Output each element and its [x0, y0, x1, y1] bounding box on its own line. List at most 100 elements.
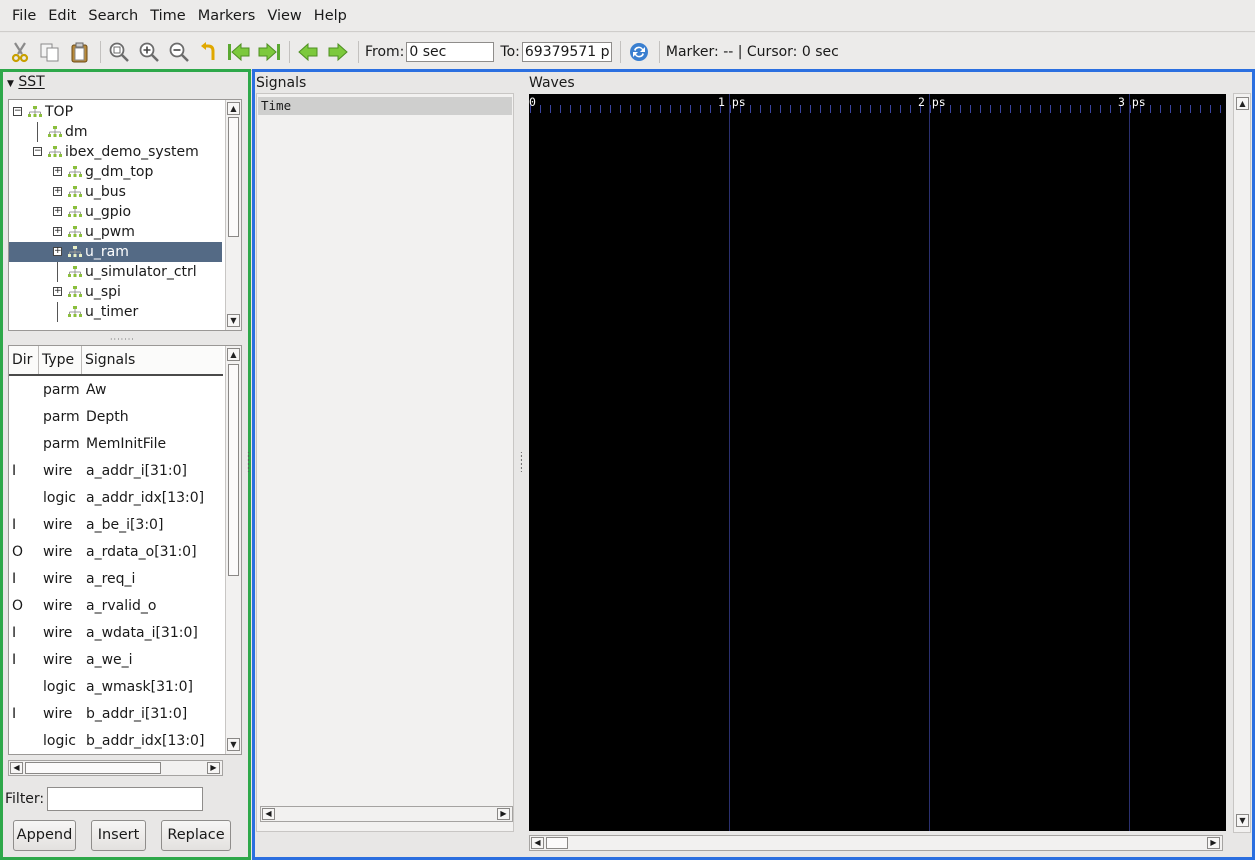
- scroll-right-arrow-icon[interactable]: ▶: [207, 762, 220, 774]
- menu-time[interactable]: Time: [144, 0, 192, 32]
- signals-pane-horizontal-scrollbar[interactable]: ◀ ▶: [260, 806, 513, 822]
- signal-row[interactable]: Owire a_rdata_o[31:0]: [9, 539, 223, 566]
- tree-item[interactable]: + u_ram: [9, 242, 222, 262]
- scroll-up-arrow-icon[interactable]: ▲: [227, 102, 240, 115]
- signal-type: wire: [43, 571, 73, 587]
- menu-edit[interactable]: Edit: [42, 0, 82, 32]
- scroll-thumb[interactable]: [228, 364, 239, 576]
- expand-icon[interactable]: +: [53, 167, 62, 176]
- paste-icon[interactable]: [68, 40, 92, 64]
- page-left-icon[interactable]: [296, 40, 320, 64]
- signals-vertical-scrollbar[interactable]: ▲ ▼: [225, 346, 241, 754]
- undo-zoom-icon[interactable]: [197, 40, 221, 64]
- signal-row[interactable]: Iwire b_addr_i[31:0]: [9, 701, 223, 728]
- signal-row[interactable]: parm Aw: [9, 377, 223, 404]
- tree-item[interactable]: + u_spi: [9, 282, 222, 302]
- zoom-to-start-icon[interactable]: [227, 40, 251, 64]
- scroll-thumb[interactable]: [25, 762, 161, 774]
- signal-row[interactable]: logic a_addr_idx[13:0]: [9, 485, 223, 512]
- scroll-left-arrow-icon[interactable]: ◀: [10, 762, 23, 774]
- collapse-icon[interactable]: −: [13, 107, 22, 116]
- scroll-down-arrow-icon[interactable]: ▼: [227, 738, 240, 751]
- waves-horizontal-scrollbar[interactable]: ◀ ▶: [529, 835, 1223, 851]
- expand-icon[interactable]: +: [53, 227, 62, 236]
- scroll-left-arrow-icon[interactable]: ◀: [531, 837, 544, 849]
- scroll-left-arrow-icon[interactable]: ◀: [262, 808, 275, 820]
- reload-icon[interactable]: [627, 40, 651, 64]
- signal-row[interactable]: Iwire a_req_i: [9, 566, 223, 593]
- menu-search[interactable]: Search: [82, 0, 144, 32]
- waves-canvas[interactable]: 0 1 ps 2 ps 3 ps: [529, 94, 1226, 831]
- signal-row[interactable]: Iwire a_addr_i[31:0]: [9, 458, 223, 485]
- expand-icon[interactable]: +: [53, 247, 62, 256]
- tree-item[interactable]: + g_dm_top: [9, 162, 222, 182]
- zoom-out-icon[interactable]: [167, 40, 191, 64]
- zoom-fit-icon[interactable]: [107, 40, 131, 64]
- signal-row[interactable]: logic b_addr_idx[13:0]: [9, 728, 223, 754]
- tree-item[interactable]: u_simulator_ctrl: [9, 262, 222, 282]
- signal-direction: I: [12, 652, 17, 668]
- replace-button[interactable]: Replace: [161, 820, 231, 851]
- signal-row[interactable]: parm Depth: [9, 404, 223, 431]
- signal-row[interactable]: Iwire a_be_i[3:0]: [9, 512, 223, 539]
- tree-item[interactable]: u_timer: [9, 302, 222, 322]
- from-input[interactable]: [406, 41, 495, 62]
- scroll-down-arrow-icon[interactable]: ▼: [227, 314, 240, 327]
- expand-icon[interactable]: +: [53, 287, 62, 296]
- signal-row[interactable]: Iwire a_we_i: [9, 647, 223, 674]
- column-signals[interactable]: Signals: [82, 346, 223, 374]
- scroll-right-arrow-icon[interactable]: ▶: [497, 808, 510, 820]
- signal-row[interactable]: logic a_wmask[31:0]: [9, 674, 223, 701]
- filter-input[interactable]: [47, 787, 203, 811]
- scroll-up-arrow-icon[interactable]: ▲: [227, 348, 240, 361]
- scroll-thumb[interactable]: [546, 837, 568, 849]
- tree-item[interactable]: dm: [9, 122, 222, 142]
- waves-vertical-scrollbar[interactable]: ▲ ▼: [1233, 93, 1251, 833]
- copy-icon[interactable]: [38, 40, 62, 64]
- expand-icon[interactable]: +: [53, 187, 62, 196]
- scroll-down-arrow-icon[interactable]: ▼: [1236, 814, 1249, 827]
- to-input[interactable]: [521, 41, 612, 62]
- signal-row[interactable]: parm MemInitFile: [9, 431, 223, 458]
- scroll-right-arrow-icon[interactable]: ▶: [1207, 837, 1220, 849]
- signals-horizontal-scrollbar[interactable]: ◀ ▶: [8, 760, 223, 776]
- collapse-icon[interactable]: −: [33, 147, 42, 156]
- signal-row[interactable]: Owire a_rvalid_o: [9, 593, 223, 620]
- signal-type: wire: [43, 625, 73, 641]
- tree-item[interactable]: + u_gpio: [9, 202, 222, 222]
- splitter-grip[interactable]: :::::: [247, 450, 250, 474]
- scroll-up-arrow-icon[interactable]: ▲: [1236, 97, 1249, 110]
- toolbar: From: To: Marker: -- | Cursor: 0 sec: [0, 33, 1255, 71]
- signal-type: logic: [43, 733, 76, 749]
- tree-item-label: dm: [65, 124, 88, 140]
- column-dir[interactable]: Dir: [9, 346, 39, 374]
- from-label: From:: [365, 43, 405, 60]
- tree-vertical-scrollbar[interactable]: ▲ ▼: [225, 100, 241, 330]
- signal-row-time[interactable]: Time: [258, 97, 512, 115]
- append-button[interactable]: Append: [13, 820, 76, 851]
- signal-name: a_wmask[31:0]: [86, 679, 194, 695]
- scroll-thumb[interactable]: [228, 117, 239, 237]
- menu-bar: File Edit Search Time Markers View Help: [0, 0, 1255, 32]
- page-right-icon[interactable]: [326, 40, 350, 64]
- sst-title: SST: [18, 74, 45, 90]
- menu-view[interactable]: View: [261, 0, 307, 32]
- tree-item[interactable]: − ibex_demo_system: [9, 142, 222, 162]
- menu-help[interactable]: Help: [308, 0, 353, 32]
- tree-item[interactable]: + u_pwm: [9, 222, 222, 242]
- collapse-arrow-icon[interactable]: ▼: [7, 79, 14, 89]
- column-type[interactable]: Type: [39, 346, 82, 374]
- tree-item[interactable]: + u_bus: [9, 182, 222, 202]
- sst-header[interactable]: ▼ SST: [7, 74, 45, 90]
- pane-splitter-handle[interactable]: ·······: [110, 335, 135, 344]
- insert-button[interactable]: Insert: [91, 820, 146, 851]
- zoom-in-icon[interactable]: [137, 40, 161, 64]
- zoom-to-end-icon[interactable]: [257, 40, 281, 64]
- signal-row[interactable]: Iwire a_wdata_i[31:0]: [9, 620, 223, 647]
- tree-item[interactable]: − TOP: [9, 102, 222, 122]
- cut-icon[interactable]: [8, 40, 32, 64]
- menu-file[interactable]: File: [6, 0, 42, 32]
- expand-icon[interactable]: +: [53, 207, 62, 216]
- splitter-grip[interactable]: :::::: [520, 450, 523, 474]
- menu-markers[interactable]: Markers: [192, 0, 262, 32]
